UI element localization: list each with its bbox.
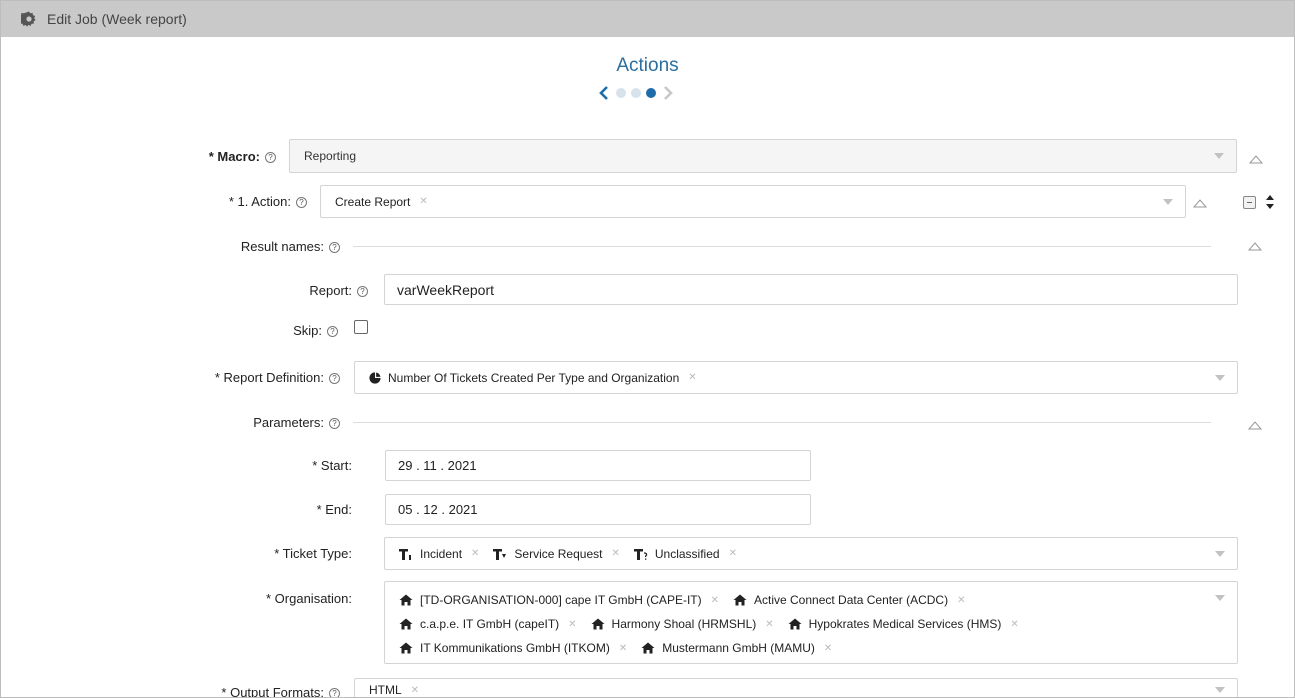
remove-icon[interactable]: ✕ (824, 643, 832, 654)
organisation-label: * Organisation: (266, 591, 352, 606)
remove-icon[interactable]: ✕ (957, 595, 965, 606)
parameters-label: Parameters:? (253, 415, 340, 430)
remove-icon[interactable]: ✕ (711, 595, 719, 606)
step-title: Actions (616, 55, 679, 76)
gear-icon (21, 11, 36, 27)
pie-chart-icon (369, 371, 381, 384)
chevron-down-icon[interactable] (1215, 687, 1225, 693)
action-select[interactable]: Create Report ✕ (320, 185, 1186, 218)
output-format-chip: HTML ✕ (369, 683, 420, 697)
report-definition-label: * Report Definition:? (215, 370, 340, 385)
organisation-chip: Hypokrates Medical Services (HMS) ✕ (788, 617, 1019, 631)
ticket-type-label: * Ticket Type: (274, 546, 352, 561)
start-label: * Start: (312, 458, 352, 473)
help-icon[interactable]: ? (329, 418, 340, 429)
organisation-icon (788, 618, 802, 630)
remove-icon[interactable]: ✕ (611, 548, 619, 559)
step-dot-1[interactable] (616, 88, 626, 98)
collapse-action-icon[interactable] (1193, 198, 1207, 208)
ticket-type-incident-icon (399, 548, 411, 560)
remove-icon[interactable]: ✕ (1010, 619, 1018, 630)
macro-select[interactable]: Reporting (289, 139, 1237, 173)
collapse-parameters-icon[interactable] (1248, 420, 1262, 430)
ticket-type-select[interactable]: Incident ✕ Service Request ✕ Unclassified ✕ (384, 537, 1238, 570)
organisation-icon (641, 642, 655, 654)
chevron-left-icon[interactable] (597, 85, 611, 101)
ticket-type-chip: Service Request ✕ (493, 547, 620, 561)
skip-label: Skip:? (293, 323, 338, 338)
remove-icon[interactable]: ✕ (729, 548, 737, 559)
chevron-right-icon[interactable] (661, 85, 675, 101)
dialog-title-bar: Edit Job (Week report) (1, 1, 1294, 37)
remove-icon[interactable]: ✕ (419, 196, 427, 207)
collapse-result-names-icon[interactable] (1248, 241, 1262, 251)
chevron-down-icon[interactable] (1163, 198, 1173, 205)
organisation-icon (733, 594, 747, 606)
help-icon[interactable]: ? (296, 197, 307, 208)
organisation-chip: Harmony Shoal (HRMSHL) ✕ (591, 617, 774, 631)
end-date-input[interactable]: 05 . 12 . 2021 (385, 494, 811, 525)
organisation-select[interactable]: [TD-ORGANISATION-000] cape IT GmbH (CAPE… (384, 581, 1238, 664)
start-date-input[interactable]: 29 . 11 . 2021 (385, 450, 811, 481)
organisation-chip: IT Kommunikations GmbH (ITKOM) ✕ (399, 641, 627, 655)
result-names-label: Result names:? (241, 239, 340, 254)
chevron-down-icon[interactable] (1215, 374, 1225, 381)
ticket-type-chip: Unclassified ✕ (633, 547, 737, 561)
output-formats-select[interactable]: HTML ✕ (354, 678, 1238, 697)
organisation-icon (399, 642, 413, 654)
help-icon[interactable]: ? (327, 326, 338, 337)
end-date-value: 05 . 12 . 2021 (398, 502, 478, 517)
step-pager (597, 85, 675, 101)
organisation-chip-list: [TD-ORGANISATION-000] cape IT GmbH (CAPE… (399, 588, 1199, 660)
chevron-down-icon[interactable] (1214, 153, 1224, 159)
macro-label: * Macro:? (209, 149, 276, 164)
remove-icon[interactable]: ✕ (619, 643, 627, 654)
edit-job-dialog: Edit Job (Week report) Actions * Macro:?… (0, 0, 1295, 698)
organisation-chip: c.a.p.e. IT GmbH (capeIT) ✕ (399, 617, 577, 631)
output-formats-label: * Output Formats:? (221, 685, 340, 697)
skip-checkbox[interactable] (354, 320, 368, 334)
organisation-chip: Active Connect Data Center (ACDC) ✕ (733, 593, 965, 607)
help-icon[interactable]: ? (357, 286, 368, 297)
help-icon[interactable]: ? (329, 242, 340, 253)
chevron-down-icon[interactable] (1215, 550, 1225, 557)
remove-icon[interactable]: ✕ (411, 685, 419, 696)
organisation-icon (591, 618, 605, 630)
start-date-value: 29 . 11 . 2021 (398, 458, 477, 473)
macro-value: Reporting (304, 149, 357, 163)
reorder-action-icon[interactable] (1266, 194, 1274, 210)
action-label: * 1. Action:? (229, 194, 307, 209)
ticket-type-chip: Incident ✕ (399, 547, 479, 561)
parameters-divider (353, 422, 1211, 423)
ticket-type-service-request-icon (493, 548, 507, 560)
remove-icon[interactable]: ✕ (568, 619, 576, 630)
help-icon[interactable]: ? (329, 688, 340, 697)
organisation-icon (399, 594, 413, 606)
organisation-chip: [TD-ORGANISATION-000] cape IT GmbH (CAPE… (399, 593, 719, 607)
chevron-down-icon[interactable] (1215, 595, 1225, 601)
report-input[interactable]: varWeekReport (384, 274, 1238, 305)
report-label: Report:? (309, 283, 368, 298)
step-dot-3[interactable] (646, 88, 656, 98)
report-value: varWeekReport (397, 281, 495, 298)
remove-icon[interactable]: ✕ (471, 548, 479, 559)
remove-icon[interactable]: ✕ (688, 372, 696, 383)
organisation-icon (399, 618, 413, 630)
end-label: * End: (316, 502, 352, 517)
action-chip: Create Report ✕ (335, 194, 428, 209)
report-definition-select[interactable]: Number Of Tickets Created Per Type and O… (354, 361, 1238, 394)
report-definition-chip: Number Of Tickets Created Per Type and O… (369, 371, 697, 385)
collapse-macro-icon[interactable] (1249, 154, 1263, 164)
step-dot-2[interactable] (631, 88, 641, 98)
help-icon[interactable]: ? (329, 373, 340, 384)
organisation-chip: Mustermann GmbH (MAMU) ✕ (641, 641, 832, 655)
help-icon[interactable]: ? (265, 152, 276, 163)
remove-icon[interactable]: ✕ (765, 619, 773, 630)
dialog-title: Edit Job (Week report) (47, 11, 187, 27)
result-names-divider (353, 246, 1211, 247)
ticket-type-unclassified-icon (633, 548, 648, 560)
remove-action-button[interactable] (1243, 196, 1256, 209)
